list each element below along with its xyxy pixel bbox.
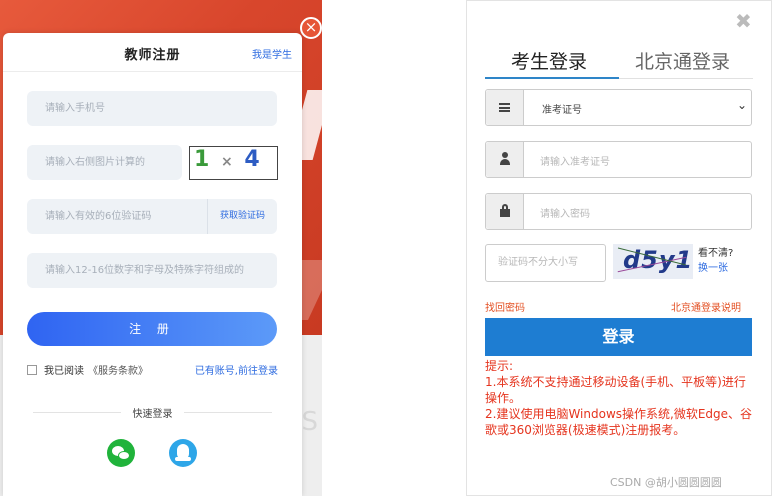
agree-checkbox[interactable] [27, 365, 37, 375]
captcha-digit: 1 [194, 147, 212, 172]
tab-student-login[interactable]: 考生登录 [511, 47, 587, 74]
verify-code-input[interactable]: 验证码不分大小写 [485, 244, 606, 282]
divider [184, 412, 272, 413]
watermark: CSDN @胡小圆圆圆圆 [610, 476, 722, 489]
forgot-password-link[interactable]: 找回密码 [485, 299, 525, 314]
captcha-digit: 4 [244, 147, 262, 172]
qq-icon[interactable] [169, 439, 197, 467]
verify-code-text: d5y1 [623, 246, 693, 274]
close-icon[interactable]: ✖ [735, 9, 752, 33]
agree-label: 我已阅读 [44, 366, 84, 377]
refresh-hint: 看不清? [698, 248, 734, 259]
username-input[interactable]: 请输入准考证号 [485, 141, 752, 178]
student-switch-link[interactable]: 我是学生 [252, 46, 292, 61]
user-icon [500, 152, 510, 166]
teacher-register-modal: 教师注册 我是学生 请输入手机号 请输入右侧图片计算的 1 × 4 = 请输入有… [3, 33, 302, 496]
sms-code-placeholder: 请输入有效的6位验证码 [45, 211, 152, 222]
active-tab-indicator [485, 77, 619, 79]
student-login-panel: ✖ 考生登录 北京通登录 准考证号 ⌄ 请输入准考证号 请输入密码 验证码不分大… [466, 0, 772, 496]
go-login-link[interactable]: 已有账号,前往登录 [195, 362, 278, 377]
tab-beijingtong-login[interactable]: 北京通登录 [635, 47, 730, 74]
id-type-select[interactable]: 准考证号 ⌄ [485, 89, 752, 126]
modal-header: 教师注册 我是学生 [3, 33, 302, 72]
refresh-link[interactable]: 换一张 [698, 261, 733, 276]
captcha-operator: × [220, 154, 235, 170]
verify-code-image[interactable]: d5y1 [613, 244, 693, 279]
password-input[interactable]: 请输入密码 [485, 193, 752, 230]
password-input[interactable]: 请输入12-16位数字和字母及特殊字符组成的 [27, 253, 277, 288]
get-code-button[interactable]: 获取验证码 [207, 199, 277, 234]
close-icon[interactable]: × [300, 17, 322, 39]
refresh-captcha[interactable]: 看不清? 换一张 [698, 246, 733, 276]
agree-terms: 我已阅读 《服务条款》 [27, 362, 148, 377]
tip-item: 2.建议使用电脑Windows操作系统,微软Edge、谷歌或360浏览器(极速模… [485, 407, 753, 437]
login-button[interactable]: 登录 [485, 318, 752, 356]
chevron-down-icon: ⌄ [736, 98, 747, 112]
register-button[interactable]: 注 册 [27, 312, 277, 346]
tips-block: 提示: 1.本系统不支持通过移动设备(手机、平板等)进行操作。 2.建议使用电脑… [485, 358, 753, 438]
wechat-icon[interactable] [107, 439, 135, 467]
tip-item: 1.本系统不支持通过移动设备(手机、平板等)进行操作。 [485, 375, 746, 405]
tips-title: 提示: [485, 359, 514, 373]
id-type-value: 准考证号 [542, 105, 582, 116]
captcha-image[interactable]: 1 × 4 = [189, 146, 278, 180]
list-icon [499, 103, 510, 112]
phone-input[interactable]: 请输入手机号 [27, 91, 277, 126]
beijingtong-help-link[interactable]: 北京通登录说明 [671, 299, 741, 314]
captcha-equals: = [194, 172, 214, 179]
sms-code-input[interactable]: 请输入有效的6位验证码 获取验证码 [27, 199, 277, 234]
username-placeholder: 请输入准考证号 [540, 157, 610, 168]
password-placeholder: 请输入密码 [540, 209, 590, 220]
tab-divider [619, 78, 753, 79]
lock-icon [500, 204, 510, 218]
terms-link[interactable]: 《服务条款》 [88, 366, 148, 377]
captcha-input[interactable]: 请输入右侧图片计算的 [27, 145, 182, 180]
